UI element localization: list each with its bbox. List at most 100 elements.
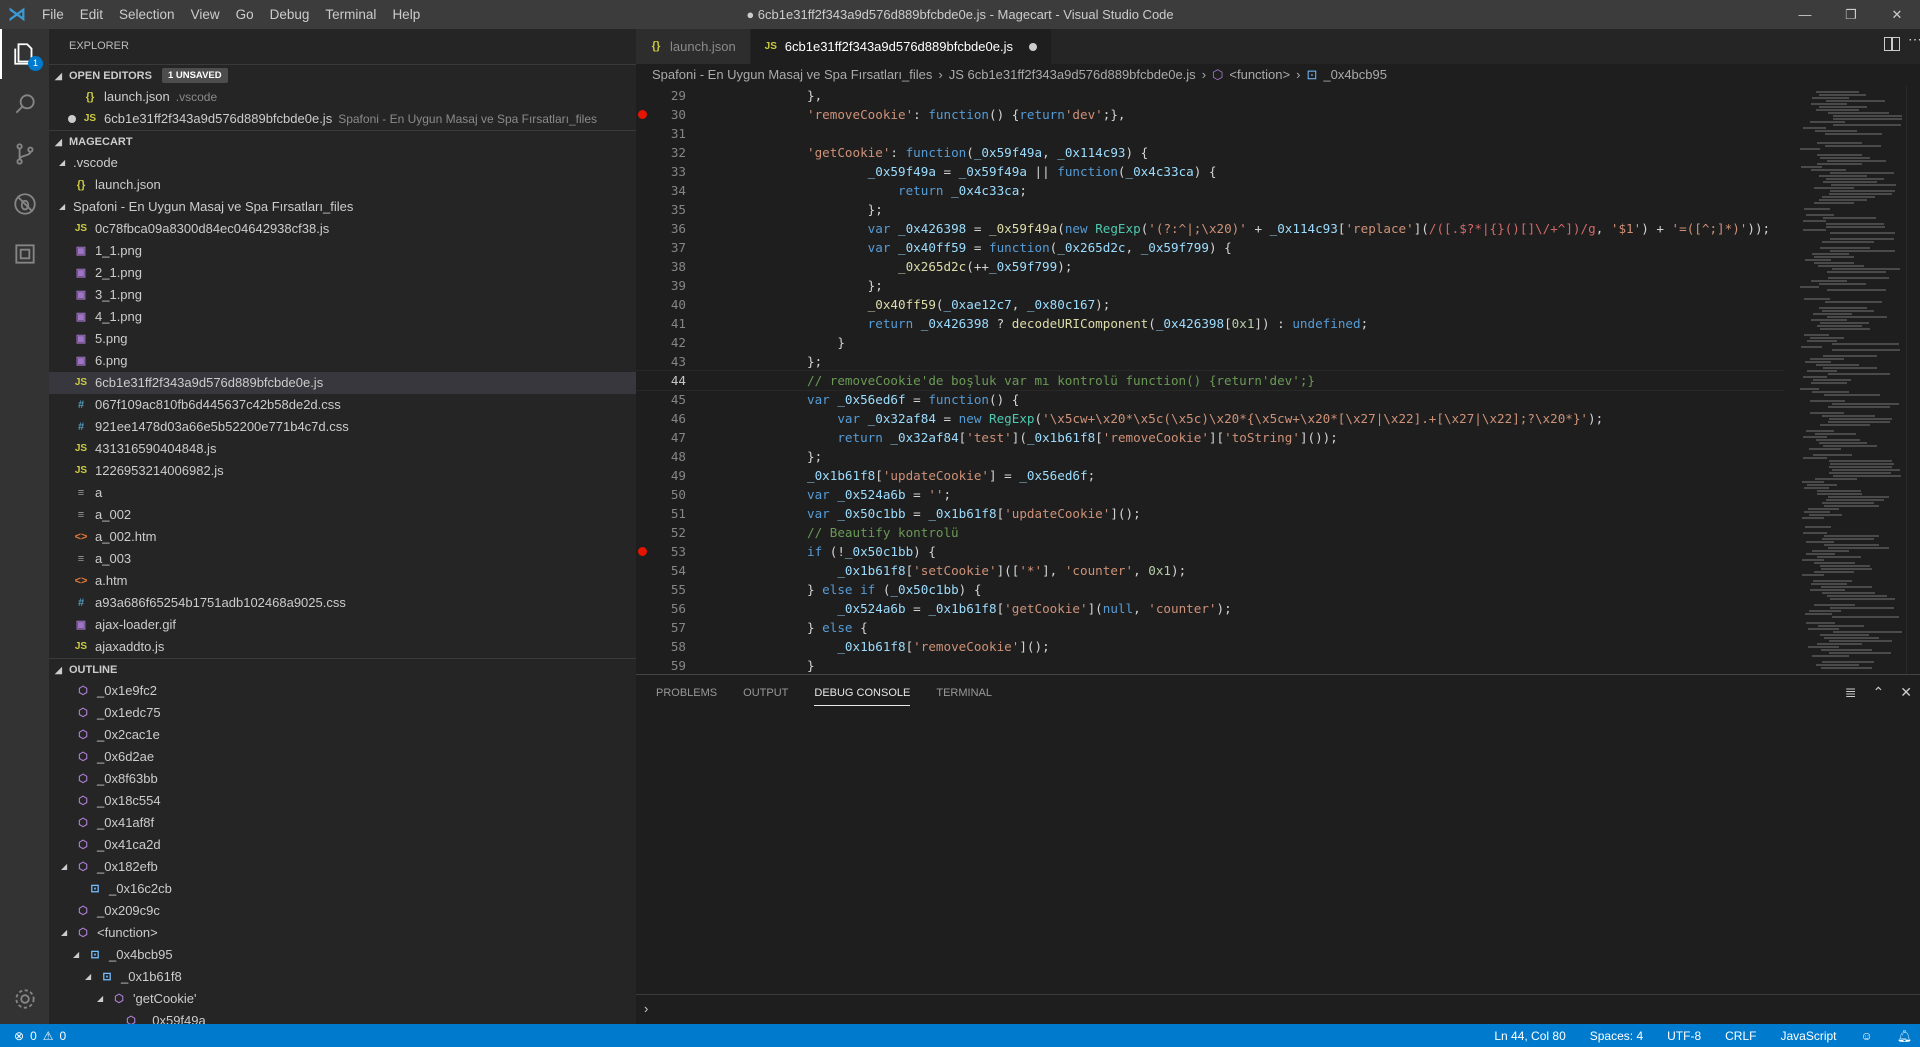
close-panel-icon[interactable]: ✕ <box>1900 684 1912 701</box>
file-tree-item[interactable]: JS 0c78fbca09a8300d84ec04642938cf38.js <box>49 218 636 240</box>
unsaved-dot-icon[interactable] <box>68 115 76 123</box>
gutter[interactable] <box>686 390 716 409</box>
gutter[interactable] <box>638 105 716 124</box>
gutter[interactable] <box>686 409 716 428</box>
file-tree-item[interactable]: <> a_002.htm <box>49 526 636 548</box>
gutter[interactable] <box>686 466 716 485</box>
outline-item[interactable]: ⬡ _0x2cac1e <box>49 724 636 746</box>
code-line[interactable]: 53 if (!_0x50c1bb) { <box>636 542 1784 561</box>
outline-item[interactable]: ⬡ _0x8f63bb <box>49 768 636 790</box>
code-line[interactable]: 33 _0x59f49a = _0x59f49a || function(_0x… <box>636 162 1784 181</box>
file-tree-item[interactable]: ◢ Spafoni - En Uygun Masaj ve Spa Fırsatl… <box>49 196 636 218</box>
gutter[interactable] <box>686 656 716 674</box>
gutter[interactable] <box>686 181 716 200</box>
code-line[interactable]: 51 var _0x50c1bb = _0x1b61f8['updateCook… <box>636 504 1784 523</box>
code-line[interactable]: 58 _0x1b61f8['removeCookie'](); <box>636 637 1784 656</box>
gutter[interactable] <box>686 504 716 523</box>
minimize-icon[interactable]: — <box>1782 0 1828 29</box>
code-line[interactable]: 54 _0x1b61f8['setCookie'](['*'], 'counte… <box>636 561 1784 580</box>
code-line[interactable]: 42 } <box>636 333 1784 352</box>
open-editor-item[interactable]: {} launch.json .vscode <box>49 86 636 108</box>
tab-launch-json[interactable]: {} launch.json <box>636 29 751 64</box>
debug-console-input[interactable] <box>636 994 1920 1024</box>
language-mode[interactable]: JavaScript <box>1780 1029 1836 1043</box>
bell-icon[interactable]: 🔔︎ <box>1897 1029 1912 1043</box>
code-line[interactable]: 48 }; <box>636 447 1784 466</box>
feedback-icon[interactable]: ☺ <box>1861 1029 1873 1043</box>
code-line[interactable]: 34 return _0x4c33ca; <box>636 181 1784 200</box>
outline-item[interactable]: ⬡ _0x6d2ae <box>49 746 636 768</box>
file-tree-item[interactable]: {} launch.json <box>49 174 636 196</box>
gutter[interactable] <box>686 124 716 143</box>
code-line[interactable]: 59 } <box>636 656 1784 674</box>
restore-icon[interactable]: ❐ <box>1828 0 1874 29</box>
code-line[interactable]: 52 // Beautify kontrolü <box>636 523 1784 542</box>
file-tree-item[interactable]: #921ee1478d03a66e5b52200e771b4c7d.css <box>49 416 636 438</box>
menu-help[interactable]: Help <box>384 7 428 22</box>
code-line[interactable]: 30 'removeCookie': function() {return'de… <box>636 105 1784 124</box>
gutter[interactable] <box>686 561 716 580</box>
gutter[interactable] <box>686 257 716 276</box>
breadcrumb-variable[interactable]: _0x4bcb95 <box>1323 64 1387 86</box>
gutter[interactable] <box>686 447 716 466</box>
gutter[interactable] <box>686 428 716 447</box>
outline-item[interactable]: ◢ ⬡ 'getCookie' <box>49 988 636 1010</box>
file-tree-item[interactable]: JS 431316590404848.js <box>49 438 636 460</box>
code-line[interactable]: 38 _0x265d2c(++_0x59f799); <box>636 257 1784 276</box>
outline-item[interactable]: ⊡ _0x16c2cb <box>49 878 636 900</box>
gutter[interactable] <box>686 333 716 352</box>
menu-terminal[interactable]: Terminal <box>317 7 384 22</box>
menu-debug[interactable]: Debug <box>262 7 318 22</box>
code-line[interactable]: 47 return _0x32af84['test'](_0x1b61f8['r… <box>636 428 1784 447</box>
file-tree-item[interactable]: <> a.htm <box>49 570 636 592</box>
code-line[interactable]: 31 <box>636 124 1784 143</box>
gutter[interactable] <box>686 86 716 105</box>
gutter[interactable] <box>686 314 716 333</box>
line-ending[interactable]: CRLF <box>1725 1029 1756 1043</box>
gutter[interactable] <box>686 618 716 637</box>
outline-item[interactable]: ⬡ _0x18c554 <box>49 790 636 812</box>
tab-output[interactable]: OUTPUT <box>743 675 788 711</box>
code-line[interactable]: 39 }; <box>636 276 1784 295</box>
file-tree-item[interactable]: ▣ 1_1.png <box>49 240 636 262</box>
gutter[interactable] <box>686 352 716 371</box>
file-tree-item[interactable]: ≡ a_003 <box>49 548 636 570</box>
gutter[interactable] <box>686 637 716 656</box>
file-tree-item[interactable]: ▣ ajax-loader.gif <box>49 614 636 636</box>
file-tree-item[interactable]: ▣ 6.png <box>49 350 636 372</box>
code-line[interactable]: 36 var _0x426398 = _0x59f49a(new RegExp(… <box>636 219 1784 238</box>
outline-item[interactable]: ◢ ⬡ <function> <box>49 922 636 944</box>
code-line[interactable]: 41 return _0x426398 ? decodeURIComponent… <box>636 314 1784 333</box>
file-tree-item[interactable]: ▣ 5.png <box>49 328 636 350</box>
gutter[interactable] <box>686 295 716 314</box>
debug-icon[interactable] <box>0 179 49 229</box>
search-icon[interactable] <box>0 79 49 129</box>
minimap[interactable] <box>1784 86 1906 674</box>
close-icon[interactable]: ✕ <box>1874 0 1920 29</box>
gutter[interactable] <box>686 485 716 504</box>
tab-terminal[interactable]: TERMINAL <box>936 675 992 711</box>
explorer-icon[interactable]: 1 <box>0 29 49 79</box>
file-tree-item[interactable]: #067f109ac810fb6d445637c42b58de2d.css <box>49 394 636 416</box>
encoding[interactable]: UTF-8 <box>1667 1029 1701 1043</box>
menu-edit[interactable]: Edit <box>72 7 111 22</box>
indentation[interactable]: Spaces: 4 <box>1590 1029 1643 1043</box>
open-editor-item[interactable]: JS 6cb1e31ff2f343a9d576d889bfcbde0e.js Spa… <box>49 108 636 130</box>
code-line[interactable]: 45 var _0x56ed6f = function() { <box>636 390 1784 409</box>
menu-selection[interactable]: Selection <box>111 7 183 22</box>
extensions-icon[interactable] <box>0 229 49 279</box>
code-line[interactable]: 29 }, <box>636 86 1784 105</box>
file-tree-item[interactable]: JS 1226953214006982.js <box>49 460 636 482</box>
outline-item[interactable]: ⬡ _0x1edc75 <box>49 702 636 724</box>
code-line[interactable]: 57 } else { <box>636 618 1784 637</box>
code-line[interactable]: 56 _0x524a6b = _0x1b61f8['getCookie'](nu… <box>636 599 1784 618</box>
gutter[interactable] <box>686 143 716 162</box>
file-tree-item[interactable]: JS 6cb1e31ff2f343a9d576d889bfcbde0e.js <box>49 372 636 394</box>
file-tree-item[interactable]: JS ajaxaddto.js <box>49 636 636 658</box>
outline-item[interactable]: ◢ ⊡ _0x4bcb95 <box>49 944 636 966</box>
menu-go[interactable]: Go <box>228 7 262 22</box>
tab-debug-console[interactable]: DEBUG CONSOLE <box>814 680 911 706</box>
gutter[interactable] <box>686 599 716 618</box>
gear-icon[interactable] <box>0 974 49 1024</box>
code-line[interactable]: 40 _0x40ff59(_0xae12c7, _0x80c167); <box>636 295 1784 314</box>
